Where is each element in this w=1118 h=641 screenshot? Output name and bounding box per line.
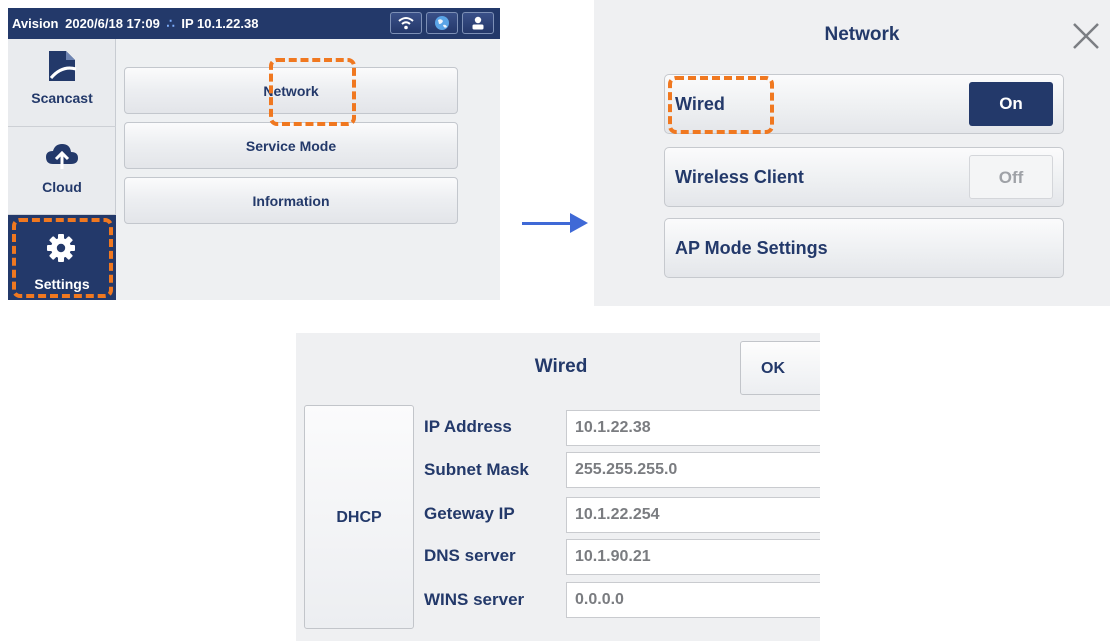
flow-arrow xyxy=(522,222,572,225)
wireless-client-label: Wireless Client xyxy=(675,167,804,187)
page-title: Network xyxy=(824,24,900,45)
status-bar: Avision 2020/6/18 17:09 ∴ IP 10.1.22.38 xyxy=(8,8,500,39)
wins-server-label: WINS server xyxy=(424,590,525,609)
ip-address-field[interactable]: 10.1.22.38 xyxy=(566,410,820,446)
cloud-upload-icon xyxy=(46,144,78,169)
dns-server-label: DNS server xyxy=(424,546,516,565)
wireless-client-toggle[interactable]: Off xyxy=(969,155,1053,199)
subnet-mask-label: Subnet Mask xyxy=(424,460,529,479)
wired-toggle[interactable]: On xyxy=(969,82,1053,126)
scancast-icon xyxy=(49,51,77,81)
network-screen: Network Wired On Wireless Client Off AP … xyxy=(594,0,1110,306)
close-icon[interactable] xyxy=(1070,20,1102,52)
ip-address-label: IP Address xyxy=(424,417,512,436)
settings-highlight-box xyxy=(12,218,113,298)
dns-server-field[interactable]: 10.1.90.21 xyxy=(566,539,820,575)
ap-mode-settings-row[interactable]: AP Mode Settings xyxy=(664,218,1064,278)
ok-button[interactable]: OK xyxy=(740,341,820,395)
status-datetime: 2020/6/18 17:09 xyxy=(65,16,160,31)
gateway-ip-label: Geteway IP xyxy=(424,504,515,523)
globe-icon[interactable] xyxy=(426,12,458,34)
network-dots-icon: ∴ xyxy=(166,16,175,31)
wired-settings-screen: Wired OK DHCP IP Address 10.1.22.38 Subn… xyxy=(296,333,820,641)
sidebar-item-cloud[interactable]: Cloud xyxy=(8,127,116,215)
wired-highlight-box xyxy=(668,76,774,134)
wifi-icon[interactable] xyxy=(390,12,422,34)
network-highlight-box xyxy=(269,58,356,126)
status-ip: IP 10.1.22.38 xyxy=(181,16,259,31)
sidebar-item-label: Cloud xyxy=(42,179,82,195)
sidebar-item-label: Scancast xyxy=(31,90,93,106)
brand-name: Avision xyxy=(12,16,59,31)
gateway-ip-field[interactable]: 10.1.22.254 xyxy=(566,497,820,533)
information-menu-button[interactable]: Information xyxy=(124,177,458,224)
dhcp-button[interactable]: DHCP xyxy=(304,405,414,629)
settings-screen: Avision 2020/6/18 17:09 ∴ IP 10.1.22.38 xyxy=(8,8,500,300)
flow-arrow-head xyxy=(570,213,588,233)
subnet-mask-field[interactable]: 255.255.255.0 xyxy=(566,452,820,488)
sidebar-item-scancast[interactable]: Scancast xyxy=(8,39,116,127)
service-mode-menu-button[interactable]: Service Mode xyxy=(124,122,458,169)
wins-server-field[interactable]: 0.0.0.0 xyxy=(566,582,820,618)
wireless-client-row[interactable]: Wireless Client Off xyxy=(664,147,1064,207)
user-icon[interactable] xyxy=(462,12,494,34)
ap-mode-settings-label: AP Mode Settings xyxy=(675,238,828,258)
